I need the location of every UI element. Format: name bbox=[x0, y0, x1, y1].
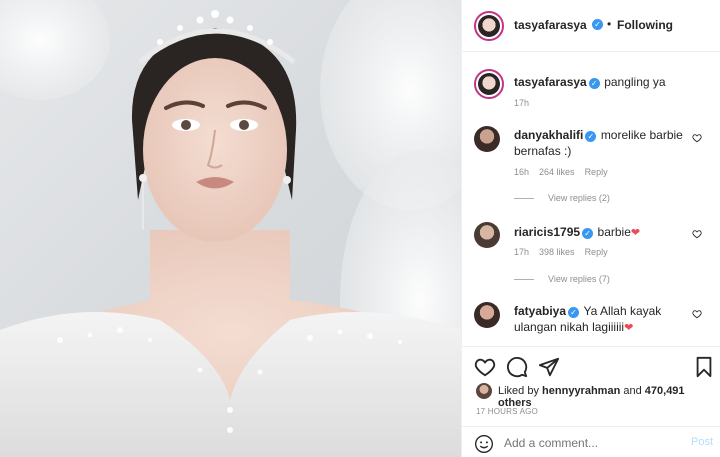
comment-1: danyakhalifi ✓ morelike barbie bernafas :… bbox=[514, 127, 684, 159]
comment-text-continued: ulangan nikah lagiiiiii bbox=[514, 320, 625, 334]
post-side-panel: tasyafarasya ✓ • Following tasyafarasya ✓… bbox=[461, 0, 720, 457]
heart-outline-icon[interactable] bbox=[474, 356, 496, 378]
comment-time: 16h bbox=[514, 167, 530, 177]
likes-summary: Liked by hennyyrahman and 470,491 others bbox=[498, 385, 720, 409]
bookmark-icon[interactable] bbox=[694, 356, 714, 378]
bride-portrait-illustration bbox=[0, 0, 461, 457]
caption-username[interactable]: tasyafarasya bbox=[514, 75, 587, 89]
author-avatar[interactable] bbox=[474, 11, 504, 41]
post-header: tasyafarasya ✓ • Following bbox=[462, 0, 720, 52]
divider bbox=[514, 198, 534, 200]
following-button[interactable]: Following bbox=[617, 18, 673, 32]
commenter-avatar[interactable] bbox=[474, 222, 500, 248]
comment-meta: 16h 264 likes Reply bbox=[514, 167, 618, 177]
add-comment-bar: Post bbox=[462, 426, 720, 457]
red-heart-emoji: ❤ bbox=[624, 322, 634, 334]
follow-separator: • bbox=[607, 17, 612, 31]
caption-text: pangling ya bbox=[604, 75, 666, 89]
comment-username[interactable]: fatyabiya bbox=[514, 304, 566, 318]
commenter-avatar[interactable] bbox=[474, 126, 500, 152]
likes-prefix: Liked by bbox=[498, 385, 539, 397]
add-comment-input[interactable] bbox=[504, 435, 674, 451]
reply-button[interactable]: Reply bbox=[585, 247, 608, 257]
comment-3: fatyabiya ✓ Ya Allah kayak ulangan nikah … bbox=[514, 303, 689, 336]
view-replies-label: View replies (2) bbox=[548, 193, 610, 203]
comment-likes[interactable]: 264 likes bbox=[539, 167, 575, 177]
caption-time: 17h bbox=[514, 98, 530, 108]
comment-text: morelike barbie bbox=[600, 128, 683, 142]
comment-text-continued: bernafas :) bbox=[514, 144, 572, 158]
author-username[interactable]: tasyafarasya bbox=[514, 18, 587, 32]
caption-author-avatar[interactable] bbox=[474, 69, 504, 99]
view-replies-button[interactable]: View replies (7) bbox=[514, 274, 610, 284]
smiley-icon[interactable] bbox=[474, 434, 494, 454]
post-photo[interactable] bbox=[0, 0, 461, 457]
comment-meta: 17h 398 likes Reply bbox=[514, 247, 618, 257]
comment-like-heart-icon[interactable] bbox=[692, 309, 702, 319]
post-comment-button[interactable]: Post bbox=[691, 436, 713, 448]
caption: tasyafarasya ✓ pangling ya bbox=[514, 73, 714, 91]
verified-badge-icon: ✓ bbox=[582, 228, 594, 239]
comment-time: 17h bbox=[514, 247, 530, 257]
verified-badge-icon: ✓ bbox=[592, 19, 603, 30]
comment-like-heart-icon[interactable] bbox=[692, 133, 702, 143]
view-replies-label: View replies (7) bbox=[548, 274, 610, 284]
liker-avatar[interactable] bbox=[476, 383, 492, 399]
comment-text: Ya Allah kayak bbox=[583, 304, 662, 318]
verified-badge-icon: ✓ bbox=[588, 78, 600, 89]
paper-plane-icon[interactable] bbox=[538, 356, 560, 378]
comment-username[interactable]: riaricis1795 bbox=[514, 225, 580, 239]
reply-button[interactable]: Reply bbox=[585, 167, 608, 177]
comment-2: riaricis1795 ✓ barbie❤ bbox=[514, 223, 684, 241]
commenter-avatar[interactable] bbox=[474, 302, 500, 328]
likes-and: and bbox=[623, 385, 642, 397]
comment-text: barbie bbox=[597, 225, 631, 239]
verified-badge-icon: ✓ bbox=[585, 131, 597, 142]
comment-likes[interactable]: 398 likes bbox=[539, 247, 575, 257]
comment-username[interactable]: danyakhalifi bbox=[514, 128, 583, 142]
comment-like-heart-icon[interactable] bbox=[692, 229, 702, 239]
liker-username[interactable]: hennyyrahman bbox=[542, 385, 620, 397]
post-timestamp[interactable]: 17 HOURS AGO bbox=[476, 407, 538, 416]
verified-badge-icon: ✓ bbox=[568, 307, 580, 318]
speech-bubble-icon[interactable] bbox=[506, 356, 528, 378]
divider bbox=[514, 279, 534, 281]
view-replies-button[interactable]: View replies (2) bbox=[514, 193, 610, 203]
red-heart-emoji: ❤ bbox=[630, 227, 641, 239]
